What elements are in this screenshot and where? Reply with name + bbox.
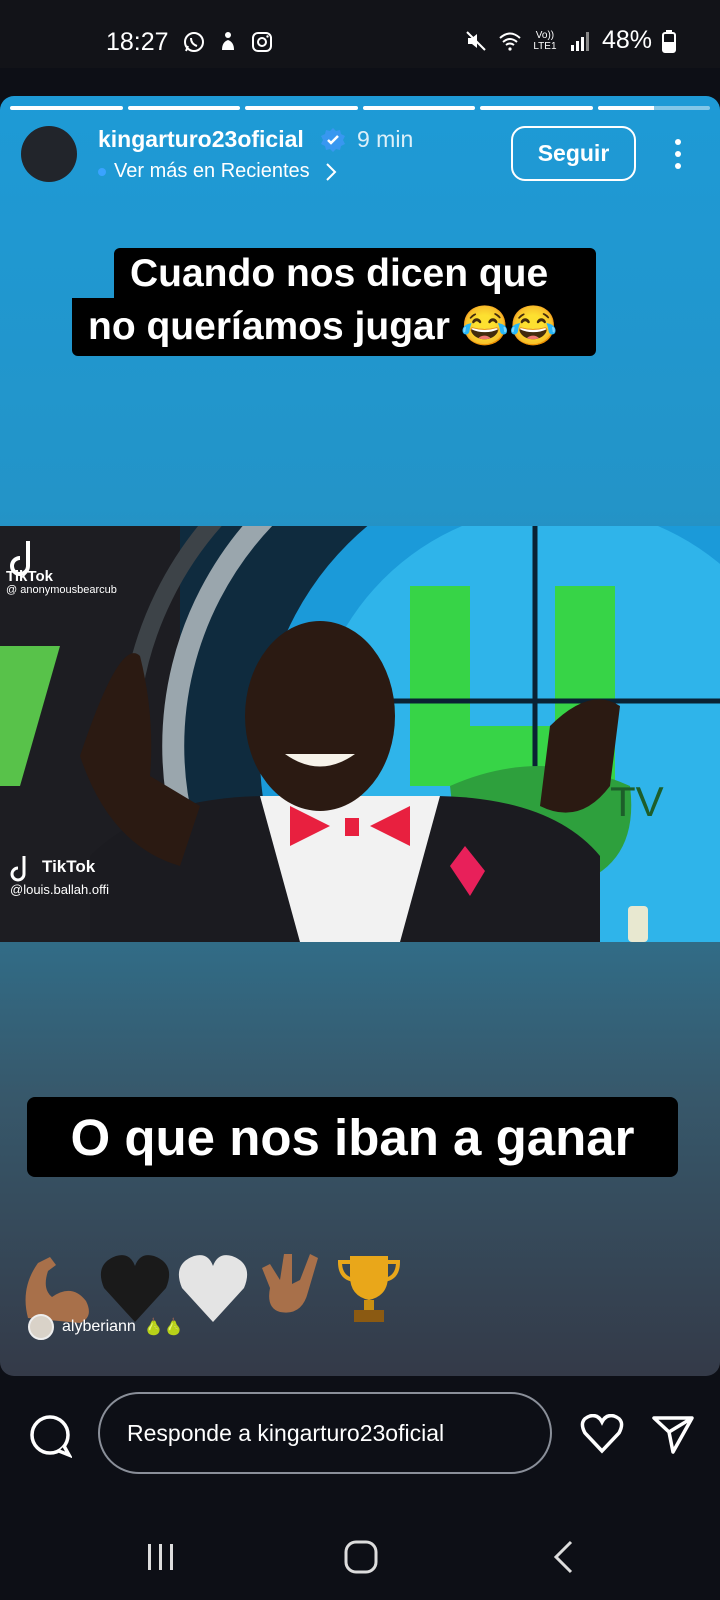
chevron-right-icon bbox=[325, 162, 337, 181]
more-options-icon[interactable] bbox=[666, 136, 690, 172]
tiktok-top-brand: TikTok bbox=[6, 568, 54, 585]
progress-fill bbox=[362, 106, 475, 110]
battery-percent: 48% bbox=[601, 26, 652, 54]
see-more-label: Ver más en Recientes bbox=[114, 160, 310, 182]
follow-button[interactable]: Seguir bbox=[511, 126, 636, 181]
signal-icon bbox=[570, 31, 589, 51]
progress-fill bbox=[127, 106, 240, 110]
status-time: 18:27 bbox=[106, 28, 169, 56]
reply-placeholder: Responde a kingarturo23oficial bbox=[127, 1419, 445, 1446]
notification-icon bbox=[222, 32, 234, 50]
story-progress bbox=[10, 106, 710, 110]
chat-bubble-icon[interactable] bbox=[28, 1414, 72, 1458]
avatar[interactable] bbox=[21, 126, 77, 182]
progress-segment bbox=[127, 106, 240, 110]
whatsapp-icon bbox=[184, 32, 204, 52]
screen: 18:27 Vo)) LTE1 48% kingarturo23oficial … bbox=[0, 0, 720, 1600]
story-video[interactable]: TV TikTok @ anonymousbearcub TikTok @lou… bbox=[0, 526, 720, 942]
volte-label: Vo)) LTE1 bbox=[533, 29, 557, 52]
status-bar: 18:27 Vo)) LTE1 48% bbox=[0, 0, 720, 68]
reply-bar: Responde a kingarturo23oficial bbox=[0, 1376, 720, 1514]
caption-top-line1: Cuando nos dicen que bbox=[114, 248, 596, 302]
see-more-recents[interactable]: Ver más en Recientes bbox=[98, 160, 338, 183]
navigation-bar bbox=[0, 1514, 720, 1600]
mention-emojis: 🍐🍐 bbox=[143, 1319, 184, 1336]
like-heart-icon[interactable] bbox=[580, 1414, 624, 1454]
blue-dot bbox=[98, 167, 106, 176]
progress-fill bbox=[10, 106, 123, 110]
caption-bottom: O que nos iban a ganar bbox=[27, 1097, 678, 1177]
status-right: Vo)) LTE1 48% bbox=[464, 26, 676, 55]
mute-icon bbox=[466, 30, 486, 51]
back-icon[interactable] bbox=[551, 1540, 575, 1574]
tiktok-top-handle: @ anonymousbearcub bbox=[6, 584, 117, 596]
tiktok-bottom-handle: @louis.ballah.offi bbox=[10, 882, 109, 897]
mention-sticker[interactable]: alyberiann 🍐🍐 bbox=[28, 1314, 184, 1340]
tiktok-bottom-brand: TikTok bbox=[42, 857, 96, 876]
trophy-icon bbox=[337, 1256, 401, 1322]
love-you-gesture-icon bbox=[262, 1254, 318, 1313]
progress-segment bbox=[480, 106, 593, 110]
story-username[interactable]: kingarturo23oficial bbox=[98, 126, 304, 153]
mention-avatar bbox=[28, 1314, 54, 1340]
reply-input[interactable]: Responde a kingarturo23oficial bbox=[98, 1392, 552, 1474]
recents-icon[interactable] bbox=[146, 1542, 176, 1572]
battery-icon bbox=[662, 29, 676, 53]
story-viewer[interactable]: kingarturo23oficial 9 min Ver más en Rec… bbox=[0, 96, 720, 1376]
home-icon[interactable] bbox=[344, 1540, 378, 1574]
story-time: 9 min bbox=[357, 126, 414, 152]
mention-username: alyberiann bbox=[62, 1318, 136, 1335]
progress-segment bbox=[245, 106, 358, 110]
progress-fill bbox=[480, 106, 593, 110]
progress-segment bbox=[10, 106, 123, 110]
progress-fill bbox=[597, 106, 654, 110]
wifi-icon bbox=[499, 32, 521, 51]
white-heart-icon bbox=[178, 1255, 248, 1322]
instagram-icon bbox=[252, 32, 272, 52]
caption-top-line2: no queríamos jugar 😂😂 bbox=[72, 298, 596, 356]
progress-segment bbox=[597, 106, 710, 110]
send-icon[interactable] bbox=[651, 1412, 695, 1456]
progress-segment bbox=[362, 106, 475, 110]
status-left-icons bbox=[182, 30, 274, 54]
screen-logo-text: TV bbox=[610, 778, 664, 825]
verified-badge-icon bbox=[321, 128, 345, 152]
progress-fill bbox=[245, 106, 358, 110]
video-frame: TV TikTok @ anonymousbearcub TikTok @lou… bbox=[0, 526, 720, 942]
